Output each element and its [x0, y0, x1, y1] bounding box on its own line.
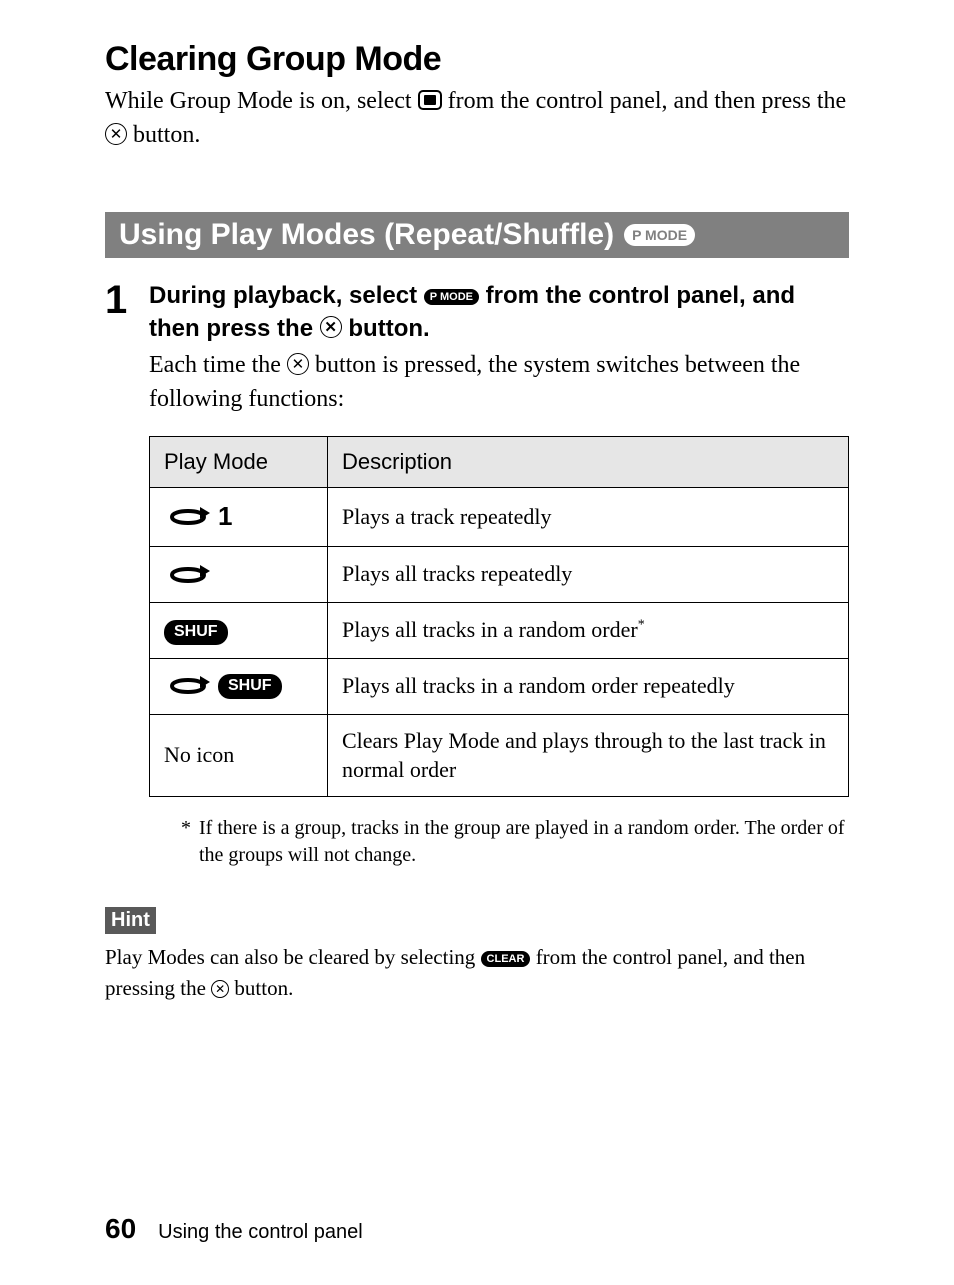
shuffle-badge-icon: SHUF — [164, 620, 228, 645]
footnote-marker: * — [638, 618, 645, 633]
step-1: 1 During playback, select P MODE from th… — [105, 280, 849, 895]
text-fragment: During playback, select — [149, 282, 424, 309]
table-header-mode: Play Mode — [150, 437, 328, 488]
step-description: Each time the ✕ button is pressed, the s… — [149, 349, 849, 416]
x-button-icon: ✕ — [287, 353, 309, 375]
mode-cell-repeat-1: 1 — [150, 488, 328, 547]
text-fragment: button. — [234, 976, 293, 1000]
stop-icon — [418, 90, 442, 110]
table-row: 1 Plays a track repeatedly — [150, 488, 849, 547]
footnote: * If there is a group, tracks in the gro… — [149, 815, 849, 869]
text-fragment: button. — [348, 315, 429, 342]
table-row: Plays all tracks repeatedly — [150, 546, 849, 602]
page-footer: 60 Using the control panel — [105, 1213, 849, 1245]
section-title: Using Play Modes (Repeat/Shuffle) — [119, 218, 614, 252]
clear-badge-icon: CLEAR — [481, 951, 531, 967]
mode-desc: Plays all tracks repeatedly — [328, 546, 849, 602]
step-title: During playback, select P MODE from the … — [149, 280, 849, 345]
text-fragment: from the control panel, and then press t… — [448, 88, 847, 114]
mode-cell-repeat-shuffle: SHUF — [150, 658, 328, 714]
footnote-text: If there is a group, tracks in the group… — [199, 815, 849, 869]
hint-badge: Hint — [105, 907, 156, 934]
section-bar: Using Play Modes (Repeat/Shuffle) P MODE — [105, 212, 849, 258]
x-button-icon: ✕ — [211, 980, 229, 998]
shuffle-badge-icon: SHUF — [218, 674, 282, 699]
heading-clearing-group-mode: Clearing Group Mode — [105, 40, 849, 79]
table-header-row: Play Mode Description — [150, 437, 849, 488]
mode-cell-repeat-all — [150, 546, 328, 602]
play-mode-table: Play Mode Description 1 — [149, 436, 849, 797]
clearing-intro: While Group Mode is on, select from the … — [105, 85, 849, 152]
table-row: SHUF Plays all tracks in a random order … — [150, 658, 849, 714]
hint-text: Play Modes can also be cleared by select… — [105, 942, 849, 1003]
footnote-mark: * — [181, 815, 191, 869]
mode-desc: Plays all tracks in a random order repea… — [328, 658, 849, 714]
text-fragment: Plays all tracks in a random order — [342, 617, 638, 642]
mode-cell-no-icon: No icon — [150, 714, 328, 796]
x-button-icon: ✕ — [320, 316, 342, 338]
step-number: 1 — [105, 280, 131, 895]
text-fragment: While Group Mode is on, select — [105, 88, 418, 114]
mode-desc: Plays a track repeatedly — [328, 488, 849, 547]
text-fragment: Play Modes can also be cleared by select… — [105, 945, 481, 969]
mode-cell-shuffle: SHUF — [150, 602, 328, 658]
table-header-description: Description — [328, 437, 849, 488]
text-fragment: Each time the — [149, 352, 287, 378]
x-button-icon: ✕ — [105, 123, 127, 145]
table-row: SHUF Plays all tracks in a random order* — [150, 602, 849, 658]
table-row: No icon Clears Play Mode and plays throu… — [150, 714, 849, 796]
mode-desc: Plays all tracks in a random order* — [328, 602, 849, 658]
page-number: 60 — [105, 1213, 136, 1245]
page-section-label: Using the control panel — [158, 1221, 363, 1244]
repeat-icon — [164, 561, 212, 589]
repeat-icon — [164, 672, 212, 700]
pmode-badge-icon: P MODE — [424, 289, 479, 305]
pmode-badge-icon: P MODE — [624, 224, 695, 246]
repeat-icon — [164, 503, 212, 531]
mode-desc: Clears Play Mode and plays through to th… — [328, 714, 849, 796]
text-fragment: button. — [133, 122, 200, 148]
